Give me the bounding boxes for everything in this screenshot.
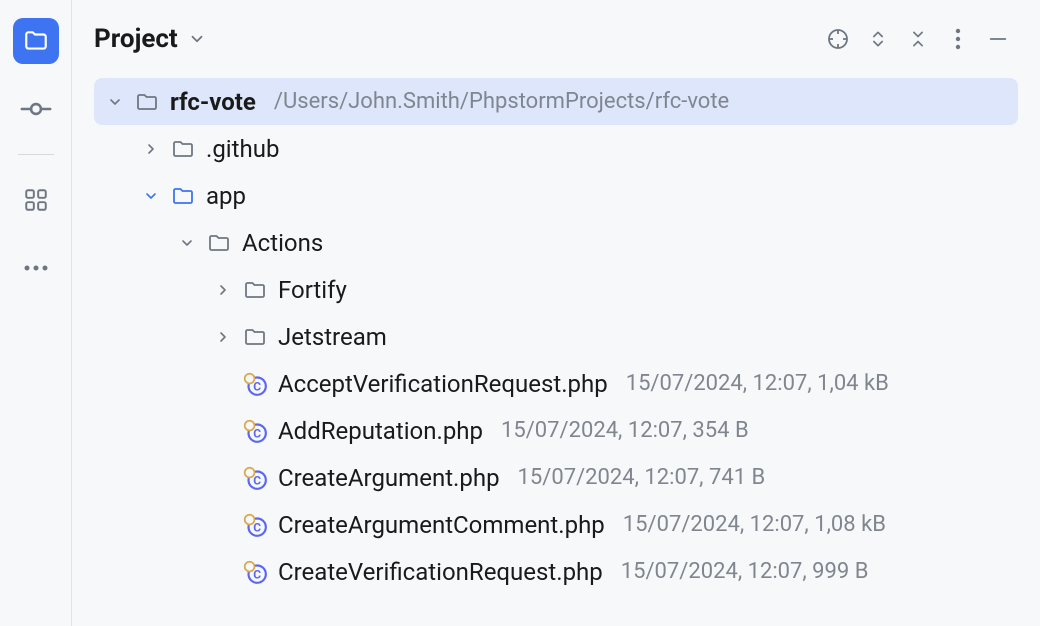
folder-icon <box>242 277 268 303</box>
file-name: CreateVerificationRequest.php <box>278 558 603 586</box>
node-name: rfc-vote <box>170 88 256 116</box>
tree-folder-node[interactable]: Fortify <box>94 266 1018 313</box>
tree-file-node[interactable]: C AcceptVerificationRequest.php 15/07/20… <box>94 360 1018 407</box>
structure-tool-button[interactable] <box>13 177 59 223</box>
more-tools-button[interactable] <box>13 245 59 291</box>
node-path: /Users/John.Smith/PhpstormProjects/rfc-v… <box>274 89 729 114</box>
expand-collapse-button[interactable] <box>858 19 898 59</box>
folder-icon <box>170 136 196 162</box>
folder-icon <box>134 89 160 115</box>
node-name: .github <box>206 135 279 163</box>
file-name: AddReputation.php <box>278 417 483 445</box>
file-name: AcceptVerificationRequest.php <box>278 370 608 398</box>
collapse-all-button[interactable] <box>898 19 938 59</box>
commit-tool-button[interactable] <box>13 86 59 132</box>
tree-file-node[interactable]: C CreateArgument.php 15/07/2024, 12:07, … <box>94 454 1018 501</box>
tree-file-node[interactable]: C AddReputation.php 15/07/2024, 12:07, 3… <box>94 407 1018 454</box>
panel-view-dropdown[interactable] <box>188 30 206 48</box>
project-panel: Project <box>72 0 1040 626</box>
node-name: Fortify <box>278 276 347 304</box>
tree-folder-node[interactable]: Jetstream <box>94 313 1018 360</box>
source-folder-icon <box>170 183 196 209</box>
file-meta: 15/07/2024, 12:07, 1,08 kB <box>623 512 886 537</box>
chevron-down-icon[interactable] <box>178 234 196 252</box>
panel-title: Project <box>94 24 178 54</box>
tree-folder-node[interactable]: .github <box>94 125 1018 172</box>
project-tool-button[interactable] <box>13 18 59 64</box>
php-class-icon: C <box>242 559 268 585</box>
tree-root-node[interactable]: rfc-vote /Users/John.Smith/PhpstormProje… <box>94 78 1018 125</box>
tree-folder-node[interactable]: Actions <box>94 219 1018 266</box>
php-class-icon: C <box>242 465 268 491</box>
file-meta: 15/07/2024, 12:07, 999 B <box>621 559 869 584</box>
chevron-right-icon[interactable] <box>214 328 232 346</box>
tree-file-node[interactable]: C CreateArgumentComment.php 15/07/2024, … <box>94 501 1018 548</box>
file-meta: 15/07/2024, 12:07, 741 B <box>518 465 766 490</box>
file-name: CreateArgument.php <box>278 464 500 492</box>
chevron-down-icon[interactable] <box>142 187 160 205</box>
node-name: app <box>206 182 246 210</box>
folder-icon <box>206 230 232 256</box>
rail-divider <box>18 154 54 155</box>
chevron-right-icon[interactable] <box>214 281 232 299</box>
php-class-icon: C <box>242 512 268 538</box>
file-meta: 15/07/2024, 12:07, 1,04 kB <box>626 371 889 396</box>
chevron-down-icon[interactable] <box>106 93 124 111</box>
php-class-icon: C <box>242 371 268 397</box>
panel-options-button[interactable] <box>938 19 978 59</box>
node-name: Actions <box>242 229 323 257</box>
file-name: CreateArgumentComment.php <box>278 511 605 539</box>
node-name: Jetstream <box>278 323 387 351</box>
php-class-icon: C <box>242 418 268 444</box>
select-opened-file-button[interactable] <box>818 19 858 59</box>
folder-icon <box>242 324 268 350</box>
tree-file-node[interactable]: C CreateVerificationRequest.php 15/07/20… <box>94 548 1018 595</box>
left-rail <box>0 0 72 626</box>
file-meta: 15/07/2024, 12:07, 354 B <box>501 418 749 443</box>
tree-folder-node[interactable]: app <box>94 172 1018 219</box>
chevron-right-icon[interactable] <box>142 140 160 158</box>
panel-header: Project <box>72 0 1040 78</box>
project-tree: rfc-vote /Users/John.Smith/PhpstormProje… <box>72 78 1040 595</box>
hide-panel-button[interactable] <box>978 19 1018 59</box>
